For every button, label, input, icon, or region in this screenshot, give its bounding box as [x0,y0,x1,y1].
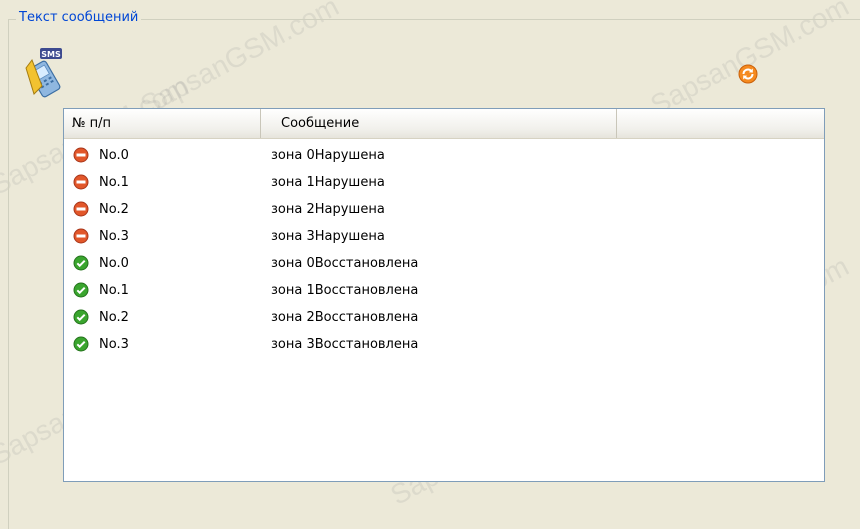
row-message: зона 0Нарушена [271,148,385,163]
list-item[interactable]: No.2 зона 2Восстановлена [64,304,824,331]
list-header: № п/п Сообщение [64,109,824,139]
row-number: No.0 [99,256,129,271]
group-title: Текст сообщений [16,10,142,26]
check-icon [73,309,89,325]
check-icon [73,282,89,298]
row-message: зона 3Восстановлена [271,337,419,352]
row-message: зона 2Нарушена [271,202,385,217]
row-number: No.2 [99,310,129,325]
row-message: зона 3Нарушена [271,229,385,244]
list-item[interactable]: No.1 зона 1Нарушена [64,169,824,196]
row-message: зона 1Восстановлена [271,283,419,298]
row-message: зона 0Восстановлена [271,256,419,271]
list-item[interactable]: No.3 зона 3Нарушена [64,223,824,250]
svg-text:SMS: SMS [41,50,61,59]
list-item[interactable]: No.0 зона 0Восстановлена [64,250,824,277]
stop-icon [73,147,89,163]
row-message: зона 2Восстановлена [271,310,419,325]
row-number: No.1 [99,175,129,190]
row-message: зона 1Нарушена [271,175,385,190]
messages-list[interactable]: № п/п Сообщение No.0 зона 0Нарушена No.1 зо… [63,108,825,482]
list-item[interactable]: No.2 зона 2Нарушена [64,196,824,223]
list-item[interactable]: No.0 зона 0Нарушена [64,142,824,169]
sms-phone-icon: SMS [20,46,72,98]
column-header-empty[interactable] [616,109,824,138]
check-icon [73,255,89,271]
stop-icon [73,228,89,244]
row-number: No.3 [99,229,129,244]
row-number: No.3 [99,337,129,352]
column-header-message[interactable]: Сообщение [260,109,616,138]
list-rows: No.0 зона 0Нарушена No.1 зона 1Нарушена No.2… [64,142,824,358]
row-number: No.0 [99,148,129,163]
list-item[interactable]: No.1 зона 1Восстановлена [64,277,824,304]
stop-icon [73,174,89,190]
column-header-number[interactable]: № п/п [64,109,260,138]
row-number: No.1 [99,283,129,298]
row-number: No.2 [99,202,129,217]
stop-icon [73,201,89,217]
refresh-icon[interactable] [738,64,758,84]
list-item[interactable]: No.3 зона 3Восстановлена [64,331,824,358]
check-icon [73,336,89,352]
